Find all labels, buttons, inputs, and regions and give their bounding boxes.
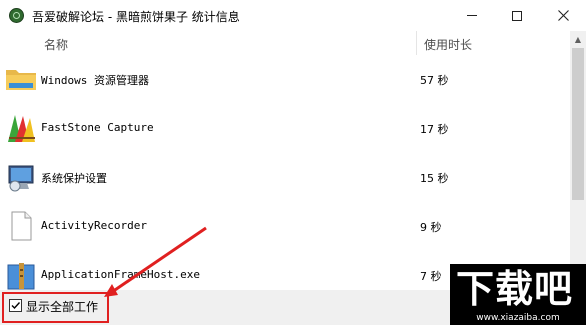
faststone-icon (8, 115, 35, 142)
list-header: 名称 使用时长 (0, 31, 570, 55)
list-item[interactable]: ActivityRecorder 9 秒 (0, 202, 570, 251)
watermark-url: www.xiazaiba.com (476, 313, 560, 323)
show-all-label[interactable]: 显示全部工作 (26, 298, 98, 315)
list-item[interactable]: Windows 资源管理器 57 秒 (0, 55, 570, 104)
row-name: FastStone Capture (41, 121, 154, 134)
row-time: 7 秒 (420, 270, 442, 283)
window-title: 吾爱破解论坛 - 黑暗煎饼果子 统计信息 (32, 10, 240, 24)
minimize-button[interactable] (449, 0, 495, 31)
maximize-icon (512, 10, 522, 21)
watermark-logo: 下载吧 www.xiazaiba.com (450, 264, 586, 325)
row-name: ApplicationFrameHost.exe (41, 268, 200, 281)
scroll-up-icon[interactable]: ▲ (570, 31, 586, 48)
row-time: 15 秒 (420, 172, 449, 185)
system-protection-icon (8, 165, 34, 192)
row-time: 57 秒 (420, 74, 449, 87)
column-header-name[interactable]: 名称 (44, 36, 68, 53)
row-name: 系统保护设置 (41, 172, 107, 185)
column-divider[interactable] (416, 31, 417, 55)
close-button[interactable] (540, 0, 586, 31)
row-time: 9 秒 (420, 221, 442, 234)
folder-icon (6, 70, 36, 90)
close-icon (557, 10, 569, 21)
blank-file-icon (11, 211, 32, 241)
show-all-checkbox[interactable] (9, 299, 22, 312)
column-header-time[interactable]: 使用时长 (424, 36, 472, 53)
app-icon (9, 8, 24, 23)
checkmark-icon (11, 302, 21, 310)
watermark-title: 下载吧 (456, 267, 574, 311)
title-bar: 吾爱破解论坛 - 黑暗煎饼果子 统计信息 (0, 0, 586, 32)
scrollbar-thumb[interactable] (572, 48, 584, 200)
vertical-scrollbar[interactable]: ▲ ▼ (570, 31, 586, 290)
list-item[interactable]: FastStone Capture 17 秒 (0, 104, 570, 153)
minimize-icon (467, 15, 477, 16)
list-item[interactable]: 系统保护设置 15 秒 (0, 153, 570, 202)
usage-list: Windows 资源管理器 57 秒 FastStone Capture 17 … (0, 55, 570, 290)
row-name: ActivityRecorder (41, 219, 147, 232)
row-time: 17 秒 (420, 123, 449, 136)
app-frame-icon (7, 263, 35, 290)
maximize-button[interactable] (494, 0, 540, 31)
row-name: Windows 资源管理器 (41, 74, 149, 87)
